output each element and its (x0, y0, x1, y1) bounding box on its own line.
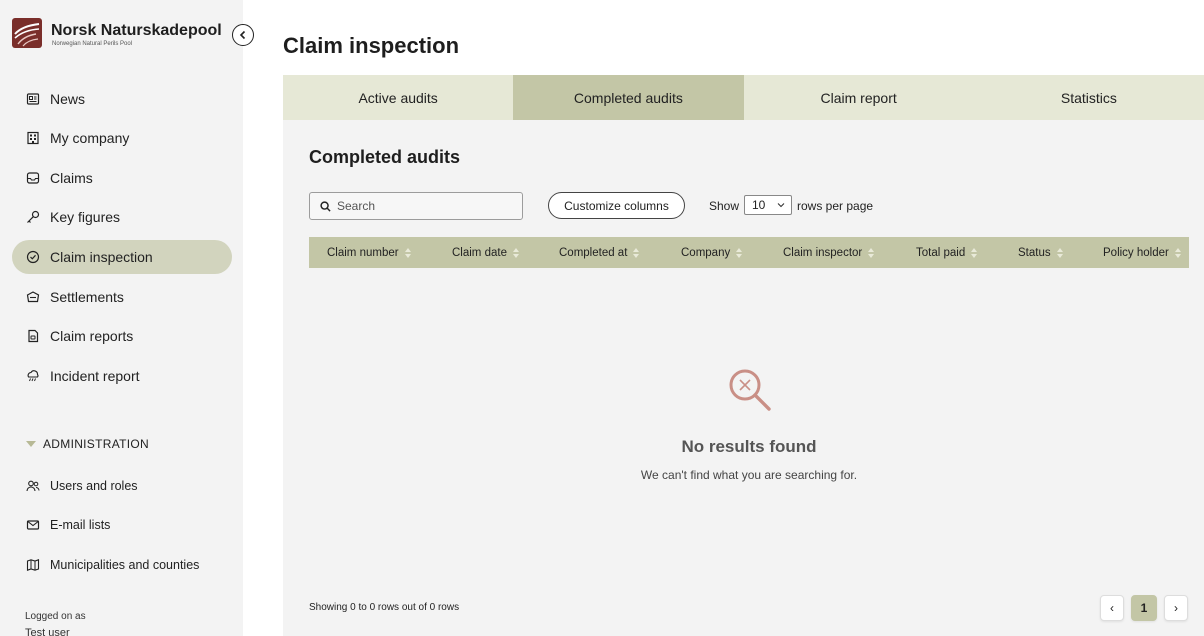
column-header-policy-holder[interactable]: Policy holder (1103, 237, 1181, 268)
sidebar-item-label: My company (50, 130, 130, 146)
newspaper-icon (26, 92, 40, 106)
rows-per-page-label: rows per page (797, 199, 874, 213)
sort-icon (971, 247, 978, 258)
sidebar-item-my-company[interactable]: My company (12, 121, 232, 155)
chevron-left-icon (239, 30, 246, 40)
table-header: Claim number Claim date Completed at Com… (309, 237, 1189, 268)
tab-claim-report[interactable]: Claim report (744, 75, 974, 120)
column-header-status[interactable]: Status (1018, 237, 1063, 268)
sidebar-item-users-and-roles[interactable]: Users and roles (12, 469, 232, 503)
brand-name: Norsk Naturskadepool (51, 22, 222, 39)
caret-down-icon (26, 441, 36, 447)
sort-icon (404, 247, 411, 258)
app-window: Norsk Naturskadepool Norwegian Natural P… (0, 0, 1204, 636)
show-label: Show (709, 199, 740, 213)
column-header-completed-at[interactable]: Completed at (559, 237, 640, 268)
no-results-search-icon (729, 369, 771, 411)
sidebar-item-label: Claim reports (50, 328, 134, 344)
sort-icon (868, 247, 875, 258)
cloud-rain-icon (26, 369, 40, 383)
sidebar-item-settlements[interactable]: Settlements (12, 280, 232, 314)
admin-section-toggle[interactable]: ADMINISTRATION (26, 437, 149, 451)
sidebar-item-news[interactable]: News (12, 82, 232, 116)
next-page-button[interactable]: › (1164, 595, 1188, 621)
sidebar-item-key-figures[interactable]: Key figures (12, 200, 232, 234)
column-header-claim-inspector[interactable]: Claim inspector (783, 237, 875, 268)
map-icon (26, 558, 40, 572)
customize-columns-button[interactable]: Customize columns (548, 192, 685, 219)
sidebar-item-label: Claims (50, 170, 93, 186)
search-field[interactable] (309, 192, 523, 220)
column-header-company[interactable]: Company (681, 237, 743, 268)
sidebar-item-incident-report[interactable]: Incident report (12, 359, 232, 393)
empty-state-subtitle: We can't find what you are searching for… (640, 468, 858, 482)
sidebar-item-label: Claim inspection (50, 249, 153, 265)
sidebar-item-label: Municipalities and counties (50, 558, 200, 572)
settlement-icon (26, 290, 40, 304)
tab-statistics[interactable]: Statistics (974, 75, 1204, 120)
column-header-total-paid[interactable]: Total paid (916, 237, 978, 268)
inbox-icon (26, 171, 40, 185)
pagination-summary: Showing 0 to 0 rows out of 0 rows (309, 602, 460, 613)
page-title: Claim inspection (283, 33, 460, 58)
report-icon (26, 329, 40, 343)
sidebar-item-label: Key figures (50, 209, 121, 225)
sidebar-item-label: Incident report (50, 368, 140, 384)
key-icon (26, 210, 40, 224)
tab-completed-audits[interactable]: Completed audits (513, 75, 744, 120)
page-button-current[interactable]: 1 (1131, 595, 1157, 621)
sidebar-item-claims[interactable]: Claims (12, 161, 232, 195)
rows-per-page-select[interactable]: 10 (744, 195, 792, 215)
mail-icon (26, 518, 40, 532)
sidebar-item-label: Users and roles (50, 479, 138, 493)
sort-icon (1174, 247, 1181, 258)
search-input[interactable] (337, 199, 517, 213)
logged-on-label: Logged on as (25, 611, 86, 622)
search-icon (320, 200, 331, 212)
admin-heading: ADMINISTRATION (43, 437, 149, 451)
tab-active-audits[interactable]: Active audits (283, 75, 513, 120)
check-circle-icon (26, 250, 40, 264)
brand-logo-icon (12, 18, 42, 48)
empty-state-title: No results found (681, 437, 817, 456)
users-icon (26, 479, 40, 493)
sort-icon (1056, 247, 1063, 258)
column-header-claim-date[interactable]: Claim date (452, 237, 519, 268)
sidebar-item-label: E-mail lists (50, 518, 111, 532)
sort-icon (633, 247, 640, 258)
chevron-down-icon (777, 203, 785, 208)
sidebar-item-claim-inspection[interactable]: Claim inspection (12, 240, 232, 274)
logged-user-name: Test user (25, 627, 70, 636)
section-title: Completed audits (309, 147, 461, 167)
sidebar-item-label: News (50, 91, 86, 107)
tab-bar: Active audits Completed audits Claim rep… (283, 75, 1204, 120)
sidebar-item-claim-reports[interactable]: Claim reports (12, 319, 232, 353)
building-icon (26, 131, 40, 145)
sidebar-item-municipalities[interactable]: Municipalities and counties (12, 548, 232, 582)
previous-page-button[interactable]: ‹ (1100, 595, 1124, 621)
brand-subtitle: Norwegian Natural Perils Pool (52, 41, 133, 47)
sort-icon (736, 247, 743, 258)
sidebar: Norsk Naturskadepool Norwegian Natural P… (0, 0, 243, 636)
sidebar-item-email-lists[interactable]: E-mail lists (12, 508, 232, 542)
sort-icon (512, 247, 519, 258)
sidebar-item-label: Settlements (50, 289, 124, 305)
rows-per-page-value: 10 (752, 198, 766, 212)
collapse-sidebar-button[interactable] (232, 24, 254, 46)
column-header-claim-number[interactable]: Claim number (327, 237, 411, 268)
